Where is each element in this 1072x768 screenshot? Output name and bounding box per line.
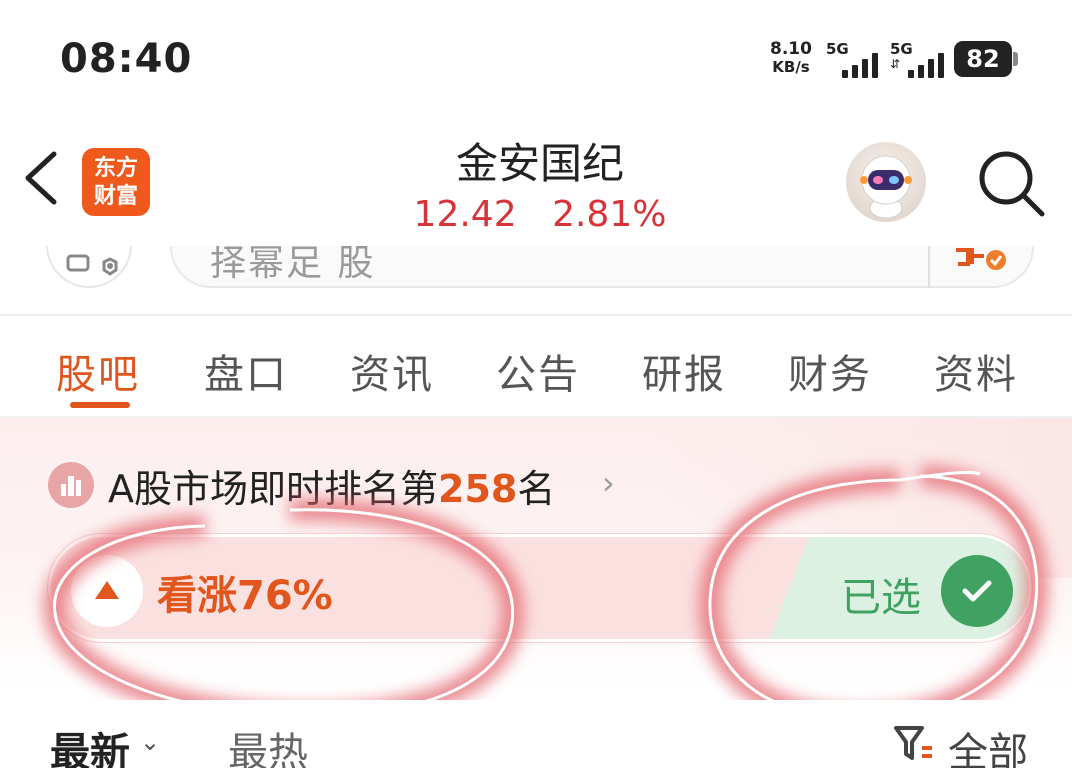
- data-arrows-icon: ⇵: [890, 57, 901, 71]
- signal-5g-1-icon: 5G: [826, 40, 888, 80]
- battery-icon: 82: [954, 41, 1012, 77]
- battery-tip: [1013, 52, 1018, 66]
- section-tabs: 股吧 盘口 资讯 公告 研报 财务 资料: [0, 318, 1072, 418]
- filter-all-button[interactable]: 全部: [948, 720, 1028, 768]
- sort-hottest-button[interactable]: 最热: [228, 720, 308, 768]
- sentiment-card: A股市场即时排名第258名 › 看涨76% 已选: [0, 418, 1072, 688]
- bull-bear-vote-bar: 看涨76% 已选: [48, 534, 1032, 642]
- stock-price: 12.42: [413, 194, 517, 235]
- bullish-percentage: 看涨76%: [157, 573, 333, 619]
- signal-5g-2-icon: 5G ⇵: [890, 40, 952, 80]
- network-speed: 8.10 KB/s: [766, 40, 816, 76]
- stock-change-percent: 2.81%: [552, 194, 667, 235]
- chevron-right-icon: ›: [602, 464, 615, 502]
- ranking-prefix: A股市场即时排名第: [108, 467, 438, 511]
- triangle-up-icon: [95, 581, 119, 599]
- tab-announcements[interactable]: 公告: [496, 342, 580, 400]
- search-icon[interactable]: [974, 146, 1048, 220]
- stock-picker-icon[interactable]: [46, 246, 132, 288]
- tab-news[interactable]: 资讯: [350, 342, 434, 400]
- ranking-number: 258: [438, 467, 518, 511]
- tab-finance[interactable]: 财务: [788, 342, 872, 400]
- divider: [928, 246, 930, 288]
- check-icon: [962, 580, 992, 602]
- active-tab-indicator: [70, 402, 130, 408]
- sort-latest-button[interactable]: 最新: [50, 720, 130, 768]
- selected-check-button[interactable]: [941, 555, 1013, 627]
- vip-badge-icon[interactable]: [954, 246, 1008, 272]
- stock-picker-placeholder: 择幂足 股: [210, 246, 376, 284]
- tab-guba[interactable]: 股吧: [56, 342, 140, 400]
- ranking-icon: [48, 462, 94, 508]
- tab-profile[interactable]: 资料: [934, 342, 1018, 400]
- filter-icon[interactable]: [892, 722, 934, 766]
- ranking-suffix: 名: [517, 467, 556, 511]
- chevron-down-icon: ⌄: [140, 728, 161, 756]
- tab-pankou[interactable]: 盘口: [204, 342, 288, 400]
- stock-forum-page: 08:40 8.10 KB/s 5G 5G ⇵ 82 东方 财富 金安国纪 12…: [0, 0, 1072, 768]
- sort-bar: 最新 ⌄ 最热 全部: [0, 700, 1072, 768]
- tab-research[interactable]: 研报: [642, 342, 726, 400]
- status-bar: 08:40 8.10 KB/s 5G 5G ⇵ 82: [0, 0, 1072, 118]
- divider: [0, 314, 1072, 316]
- robot-assistant-avatar[interactable]: [846, 142, 926, 222]
- market-ranking-link[interactable]: A股市场即时排名第258名: [108, 458, 555, 513]
- picked-label: 已选: [841, 575, 921, 621]
- robot-icon: [860, 155, 912, 219]
- network-speed-value: 8.10: [770, 39, 812, 59]
- status-time: 08:40: [60, 36, 193, 82]
- bullish-vote-button[interactable]: [71, 555, 143, 627]
- stock-header: 东方 财富 金安国纪 12.42 2.81%: [0, 118, 1072, 246]
- stock-picker-strip: 择幂足 股: [0, 246, 1072, 316]
- network-speed-unit: KB/s: [772, 58, 810, 76]
